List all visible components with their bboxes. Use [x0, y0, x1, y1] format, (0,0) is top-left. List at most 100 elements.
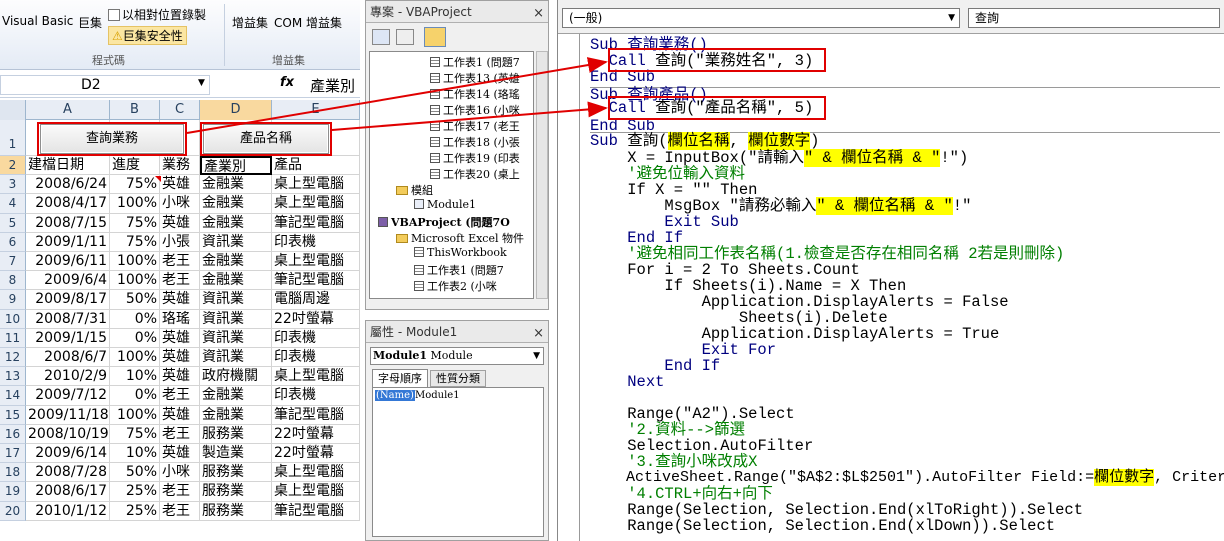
fx-icon[interactable]: fx [280, 75, 294, 90]
tree-scrollbar[interactable] [536, 51, 548, 299]
tree-item[interactable]: 工作表14 (珞瑤 [430, 86, 520, 102]
table-cell[interactable]: 服務業 [200, 424, 272, 444]
table-cell[interactable]: 英雄 [160, 290, 200, 310]
row-header[interactable]: 14 [0, 386, 26, 406]
row-header[interactable]: 17 [0, 444, 26, 464]
view-code-icon[interactable] [372, 29, 390, 45]
table-cell[interactable]: 桌上型電腦 [272, 175, 360, 195]
column-header-e[interactable]: E [272, 100, 360, 120]
table-cell[interactable]: 金融業 [200, 252, 272, 272]
object-combo[interactable]: (一般) ▼ [562, 8, 960, 28]
table-cell[interactable]: 印表機 [272, 348, 360, 368]
table-cell[interactable]: 2008/6/24 [26, 175, 110, 195]
macros-button[interactable]: 巨集 [78, 14, 102, 31]
table-cell[interactable]: 2008/7/15 [26, 213, 110, 233]
row-header[interactable]: 8 [0, 271, 26, 291]
table-cell[interactable]: 桌上型電腦 [272, 252, 360, 272]
column-header-c[interactable]: C [160, 100, 200, 120]
table-cell[interactable]: 印表機 [272, 232, 360, 252]
table-cell[interactable]: 筆記型電腦 [272, 501, 360, 521]
table-cell[interactable]: 老王 [160, 482, 200, 502]
table-cell[interactable]: 老王 [160, 271, 200, 291]
select-all-corner[interactable] [0, 100, 26, 120]
table-cell[interactable]: 資訊業 [200, 309, 272, 329]
row-header[interactable]: 6 [0, 232, 26, 252]
table-cell[interactable]: 桌上型電腦 [272, 482, 360, 502]
table-cell[interactable]: 2009/1/11 [26, 232, 110, 252]
table-cell[interactable]: 資訊業 [200, 348, 272, 368]
table-cell[interactable]: 2009/6/4 [26, 271, 110, 291]
macro-security-button[interactable]: ⚠巨集安全性 [108, 26, 187, 45]
table-cell[interactable]: 2009/6/14 [26, 444, 110, 464]
close-icon[interactable]: × [533, 323, 544, 345]
table-cell[interactable]: 22吋螢幕 [272, 309, 360, 329]
table-cell[interactable]: 英雄 [160, 444, 200, 464]
table-cell[interactable]: 2009/6/11 [26, 252, 110, 272]
table-cell[interactable]: 英雄 [160, 405, 200, 425]
table-cell[interactable]: 2009/8/17 [26, 290, 110, 310]
header-cell[interactable]: 業務 [160, 156, 200, 176]
table-cell[interactable]: 小咪 [160, 463, 200, 483]
row-header[interactable]: 15 [0, 405, 26, 425]
header-cell[interactable]: 產業別 [200, 156, 272, 176]
table-cell[interactable]: 100% [110, 405, 160, 425]
tree-item[interactable]: VBAProject (問題7O [378, 214, 510, 230]
com-addins-button[interactable]: COM 增益集 [274, 14, 342, 31]
table-cell[interactable]: 25% [110, 482, 160, 502]
row-header[interactable]: 13 [0, 367, 26, 387]
row-header[interactable]: 18 [0, 463, 26, 483]
close-icon[interactable]: × [533, 3, 544, 25]
tree-item[interactable]: 工作表17 (老王 [430, 118, 520, 134]
table-cell[interactable]: 金融業 [200, 405, 272, 425]
row-header[interactable]: 9 [0, 290, 26, 310]
table-cell[interactable]: 0% [110, 386, 160, 406]
table-cell[interactable]: 10% [110, 444, 160, 464]
tree-item[interactable]: Module1 [414, 198, 476, 211]
row-header[interactable]: 11 [0, 328, 26, 348]
relative-record-button[interactable]: 以相對位置錄製 [108, 6, 206, 23]
table-cell[interactable]: 0% [110, 328, 160, 348]
tree-item[interactable]: Microsoft Excel 物件 [396, 230, 524, 246]
row-header[interactable]: 10 [0, 309, 26, 329]
table-cell[interactable]: 資訊業 [200, 232, 272, 252]
row-header[interactable]: 19 [0, 482, 26, 502]
table-cell[interactable]: 2010/2/9 [26, 367, 110, 387]
table-cell[interactable]: 政府機關 [200, 367, 272, 387]
row-header[interactable]: 2 [0, 156, 26, 176]
tree-item[interactable]: 工作表13 (英雄 [430, 70, 520, 86]
column-header-b[interactable]: B [110, 100, 160, 120]
table-cell[interactable]: 50% [110, 463, 160, 483]
table-cell[interactable]: 0% [110, 309, 160, 329]
table-cell[interactable]: 製造業 [200, 444, 272, 464]
table-cell[interactable]: 100% [110, 194, 160, 214]
row-header[interactable]: 7 [0, 252, 26, 272]
addins-button[interactable]: 增益集 [232, 14, 268, 31]
table-cell[interactable]: 老王 [160, 424, 200, 444]
table-cell[interactable]: 2009/11/18 [26, 405, 110, 425]
header-cell[interactable]: 建檔日期 [26, 156, 110, 176]
table-cell[interactable]: 老王 [160, 386, 200, 406]
tree-item[interactable]: 工作表18 (小張 [430, 134, 520, 150]
table-cell[interactable]: 桌上型電腦 [272, 194, 360, 214]
table-cell[interactable]: 英雄 [160, 328, 200, 348]
row-header[interactable]: 12 [0, 348, 26, 368]
table-cell[interactable]: 50% [110, 290, 160, 310]
view-object-icon[interactable] [396, 29, 414, 45]
table-cell[interactable]: 英雄 [160, 348, 200, 368]
toggle-folders-icon[interactable] [424, 27, 446, 47]
table-cell[interactable]: 75% [110, 175, 160, 195]
table-cell[interactable]: 金融業 [200, 271, 272, 291]
table-cell[interactable]: 桌上型電腦 [272, 367, 360, 387]
tree-item[interactable]: ThisWorkbook [414, 246, 507, 259]
tree-item[interactable]: 工作表2 (小咪 [414, 278, 497, 294]
table-cell[interactable]: 75% [110, 424, 160, 444]
table-cell[interactable]: 珞瑤 [160, 309, 200, 329]
table-cell[interactable]: 75% [110, 213, 160, 233]
table-cell[interactable]: 100% [110, 271, 160, 291]
table-cell[interactable]: 2010/1/12 [26, 501, 110, 521]
table-cell[interactable]: 英雄 [160, 213, 200, 233]
tree-item[interactable]: 模組 [396, 182, 433, 198]
table-cell[interactable]: 75% [110, 232, 160, 252]
table-cell[interactable]: 老王 [160, 252, 200, 272]
table-cell[interactable]: 22吋螢幕 [272, 444, 360, 464]
